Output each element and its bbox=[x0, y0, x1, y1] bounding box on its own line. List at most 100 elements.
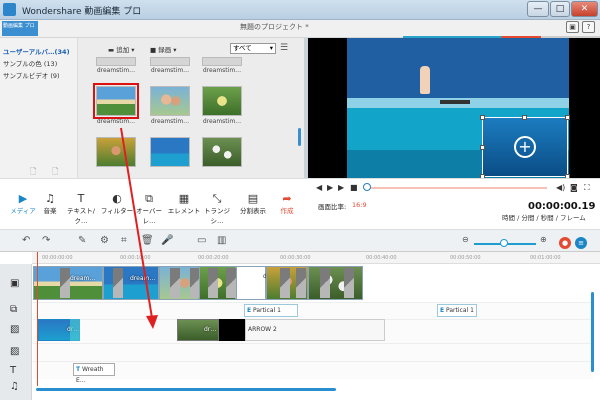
sidebar-item-label: サンプルビデオ bbox=[3, 72, 49, 80]
timeline-clip[interactable]: dream… bbox=[103, 266, 159, 300]
media-thumb[interactable] bbox=[150, 137, 190, 167]
undo-icon[interactable]: ↶ bbox=[22, 235, 30, 246]
resize-handle[interactable] bbox=[480, 115, 485, 120]
crop-icon[interactable]: ⌗ bbox=[121, 235, 127, 246]
pip-clip[interactable]: dr… bbox=[177, 319, 219, 341]
media-thumb[interactable] bbox=[202, 86, 242, 116]
black-clip[interactable] bbox=[219, 319, 245, 341]
zoom-handle[interactable] bbox=[500, 239, 508, 247]
media-thumb-selected[interactable] bbox=[93, 83, 139, 119]
volume-icon[interactable]: ◀) bbox=[556, 183, 565, 192]
zoom-in-icon[interactable]: ⊕ bbox=[540, 235, 547, 244]
tool-overlay[interactable]: ⧉ オーバーレ… bbox=[130, 192, 168, 225]
transition-marker[interactable] bbox=[208, 268, 218, 298]
sidebar-item-user-album[interactable]: ユーザーアルバ…(34) bbox=[3, 46, 70, 56]
transition-marker[interactable] bbox=[344, 268, 354, 298]
seek-track[interactable] bbox=[367, 187, 547, 189]
ruler-tick: 00:00:50:00 bbox=[450, 255, 481, 261]
text-t-icon: T bbox=[76, 366, 81, 373]
split-clip-icon[interactable]: ▭ bbox=[197, 235, 206, 246]
ruler-tick: 00:00:00:00 bbox=[42, 255, 73, 261]
media-thumb[interactable] bbox=[96, 137, 136, 167]
play-icon[interactable]: ▶ bbox=[327, 183, 333, 192]
text-icon: T bbox=[77, 192, 85, 205]
resize-handle[interactable] bbox=[480, 145, 485, 150]
close-button[interactable]: ✕ bbox=[571, 1, 598, 17]
transition-marker[interactable] bbox=[170, 268, 180, 298]
transition-marker[interactable] bbox=[280, 268, 290, 298]
step-back-icon[interactable]: ◀ bbox=[316, 183, 322, 192]
sidebar-item-count: (13) bbox=[43, 60, 58, 68]
time-ruler[interactable] bbox=[32, 252, 600, 264]
timeline-menu-icon[interactable]: ≡ bbox=[575, 237, 587, 249]
timecode-format: 時間 / 分間 / 秒間 / フレーム bbox=[502, 214, 586, 222]
save-icon[interactable]: ▣ bbox=[566, 21, 579, 33]
media-filter-select[interactable]: すべて ▾ bbox=[230, 43, 276, 54]
record-voice-icon[interactable]: ● bbox=[559, 237, 571, 249]
media-thumb[interactable] bbox=[150, 57, 190, 66]
transition-marker[interactable] bbox=[320, 268, 330, 298]
transition-marker[interactable] bbox=[113, 268, 123, 298]
timecode-display: 00:00:00.19 bbox=[528, 201, 596, 212]
stop-icon[interactable]: ■ bbox=[350, 183, 358, 192]
playhead[interactable] bbox=[37, 252, 38, 386]
sidebar-item-sample-videos[interactable]: サンプルビデオ (9) bbox=[3, 70, 60, 80]
element-clip-name: Partical 1 bbox=[253, 307, 281, 314]
folder-icon: ▬ bbox=[108, 46, 117, 54]
timeline-clip[interactable]: dream… bbox=[236, 266, 288, 300]
clip-name: dream… bbox=[70, 275, 96, 282]
zoom-out-icon[interactable]: ⊖ bbox=[462, 235, 469, 244]
split-screen-icon: ▤ bbox=[247, 192, 259, 205]
list-view-icon[interactable]: ☰ bbox=[280, 43, 288, 53]
transition-icon: ⤡ bbox=[212, 192, 222, 205]
tool-text[interactable]: T テキスト/ク… bbox=[62, 192, 100, 225]
sidebar-item-sample-colors[interactable]: サンプルの色 (13) bbox=[3, 58, 57, 68]
media-thumb[interactable] bbox=[150, 86, 190, 116]
transition-marker[interactable] bbox=[60, 268, 70, 298]
fullscreen-icon[interactable]: ⛶ bbox=[584, 183, 590, 193]
transition-marker[interactable] bbox=[226, 268, 236, 298]
create-button[interactable]: ➦ 作成 bbox=[268, 192, 306, 215]
timeline-hscrollbar[interactable] bbox=[36, 388, 336, 391]
seek-handle[interactable] bbox=[363, 183, 371, 191]
arrow-clip[interactable]: ARROW 2 bbox=[245, 319, 385, 341]
media-thumb[interactable] bbox=[202, 57, 242, 66]
tool-split-screen[interactable]: ▤ 分割表示 bbox=[234, 192, 272, 215]
element-clip[interactable]: E Partical 1 bbox=[437, 304, 477, 317]
microphone-icon[interactable]: 🎤 bbox=[161, 235, 173, 246]
element-clip[interactable]: E Partical 1 bbox=[244, 304, 298, 317]
thumb-caption: dreamstim… bbox=[150, 67, 190, 74]
record-button[interactable]: ■ 録画 ▾ bbox=[150, 44, 177, 54]
thumb-caption: dreamstim… bbox=[150, 118, 190, 125]
snap-icon[interactable]: ▥ bbox=[217, 235, 226, 246]
aspect-ratio-value[interactable]: 16:9 bbox=[352, 201, 367, 209]
tool-label: 作成 bbox=[280, 207, 294, 215]
element-lane bbox=[33, 302, 593, 320]
help-icon[interactable]: ? bbox=[582, 21, 595, 33]
settings-icon[interactable]: ⚙ bbox=[100, 235, 109, 246]
thumb-caption: dreamstim… bbox=[96, 118, 136, 125]
media-thumb[interactable] bbox=[96, 57, 136, 66]
redo-icon[interactable]: ↷ bbox=[42, 235, 50, 246]
delete-icon[interactable]: 🗑 bbox=[141, 235, 154, 246]
record-label: 録画 bbox=[158, 46, 172, 54]
resize-handle[interactable] bbox=[565, 115, 570, 120]
element-clip-name: Partical 1 bbox=[446, 307, 474, 314]
tool-transition[interactable]: ⤡ トランジシ… bbox=[198, 192, 236, 225]
tool-label: 音楽 bbox=[43, 207, 57, 215]
minimize-button[interactable]: — bbox=[527, 1, 549, 17]
text-clip[interactable]: T Wreath E… bbox=[73, 363, 115, 384]
library-scrollbar[interactable] bbox=[298, 128, 301, 146]
ruler-tick: 00:00:20:00 bbox=[198, 255, 229, 261]
pip-clip-tail bbox=[70, 319, 80, 341]
timeline-clip[interactable] bbox=[308, 266, 363, 300]
edit-pencil-icon[interactable]: ✎ bbox=[78, 235, 86, 246]
resize-handle[interactable] bbox=[522, 115, 527, 120]
step-forward-icon[interactable]: ▶ bbox=[338, 183, 344, 192]
timeline-vscrollbar[interactable] bbox=[591, 292, 594, 372]
snapshot-icon[interactable]: ◙ bbox=[570, 183, 578, 192]
transition-marker[interactable] bbox=[296, 268, 306, 298]
maximize-button[interactable]: □ bbox=[550, 1, 570, 17]
add-media-button[interactable]: ▬ 追加 ▾ bbox=[108, 44, 135, 54]
media-thumb[interactable] bbox=[202, 137, 242, 167]
